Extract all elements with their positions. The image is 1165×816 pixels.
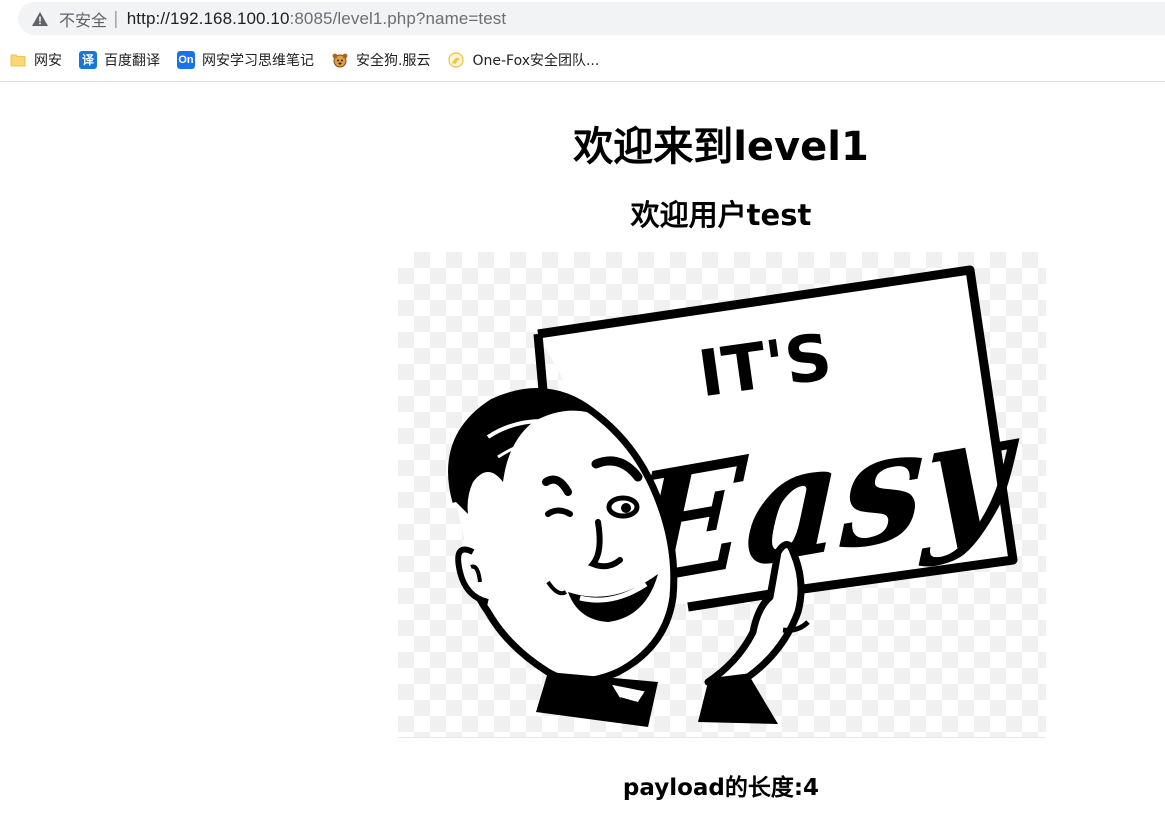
bookmark-label: 网安 [34,53,62,69]
separator: | [113,8,119,29]
warning-triangle-icon[interactable] [31,11,49,27]
url-text[interactable]: http://192.168.100.10:8085/level1.php?na… [127,9,506,29]
payload-length: payload的长度:4 [622,775,820,801]
bookmark-label: 安全狗.服云 [356,53,431,69]
url-host: http://192.168.100.10 [126,8,290,28]
bookmark-safedog[interactable]: 安全狗.服云 [331,48,430,72]
fox-icon [448,52,465,68]
not-secure-label[interactable]: 不安全 [59,7,107,31]
address-bar[interactable]: 不安全 | http://192.168.100.10:8085/level1.… [18,2,1165,35]
its-easy-illustration: IT'S Easy [448,265,1022,727]
folder-icon [10,54,26,67]
bookmark-label: 百度翻译 [104,53,160,69]
bookmark-notes[interactable]: On 网安学习思维笔记 [177,48,314,72]
url-path: :8085/level1.php?name=test [289,8,507,28]
bookmark-baidu-translate[interactable]: 译 百度翻译 [79,48,160,72]
onenote-icon: On [177,51,195,69]
page-title: 欢迎来到level1 [573,124,869,170]
bookmark-wangan[interactable]: 网安 [9,48,62,72]
welcome-heading: 欢迎用户test [630,198,812,232]
bookmark-label: 网安学习思维笔记 [202,53,314,69]
browser-chrome: 不安全 | http://192.168.100.10:8085/level1.… [0,0,1165,82]
bookmarks-bar: 网安 译 百度翻译 On 网安学习思维笔记 安全狗.服云 One-Fox安全团队… [0,46,1165,74]
its-easy-image: IT'S Easy [398,252,1046,738]
bookmark-onefox[interactable]: One-Fox安全团队... [447,48,599,72]
dog-icon [332,53,348,68]
bookmark-label: One-Fox安全团队... [472,53,600,69]
yi-icon: 译 [79,51,97,69]
